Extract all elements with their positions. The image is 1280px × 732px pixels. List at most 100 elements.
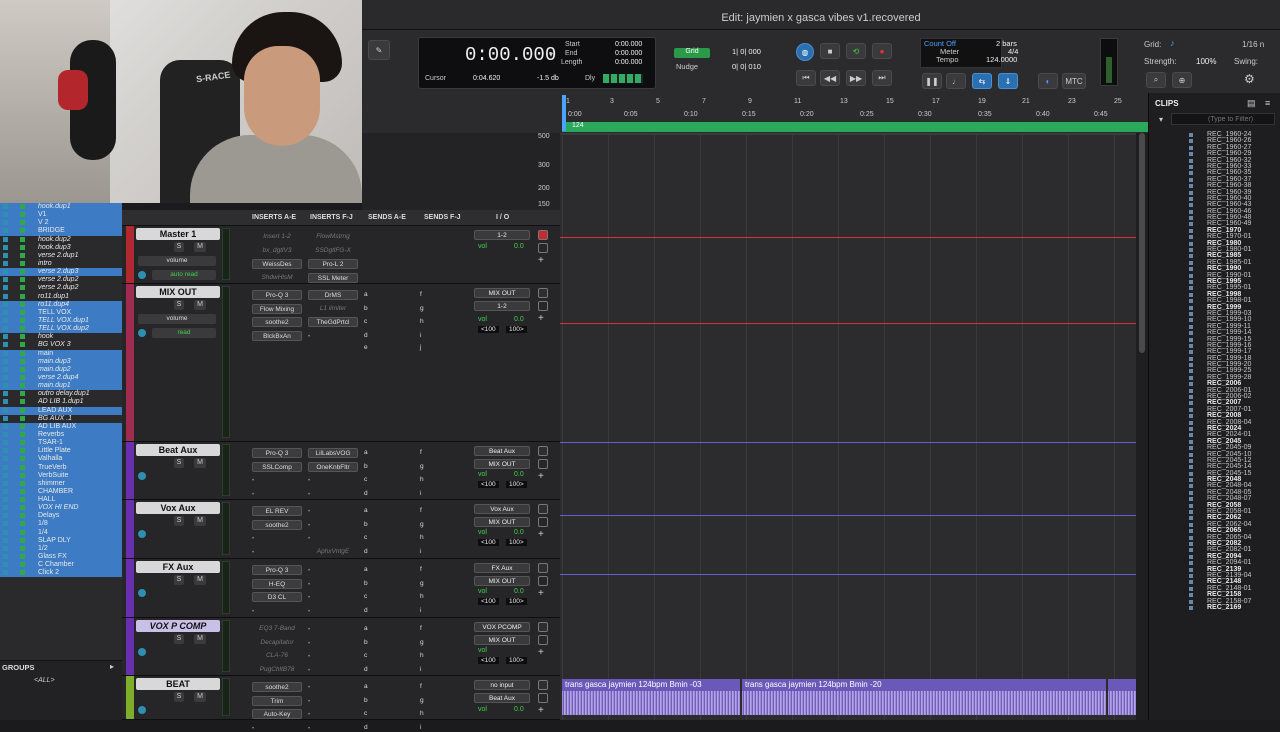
track-list-item[interactable]: main.dup1: [0, 382, 122, 391]
input-monitor-icon[interactable]: [138, 530, 146, 538]
gear-icon[interactable]: ⚙: [1244, 72, 1255, 86]
grid-right-value[interactable]: 1/16 n: [1242, 40, 1264, 49]
output-selector[interactable]: Vox Aux: [474, 504, 530, 514]
show-hide-icon[interactable]: [3, 366, 8, 372]
insert-slot[interactable]: bx_dgtlV3: [252, 246, 302, 256]
track-list-item[interactable]: hook.dup1: [0, 203, 122, 212]
panel-toggle-icon[interactable]: ▤: [1247, 98, 1256, 109]
insert-slot[interactable]: AphxVntgE: [308, 547, 358, 557]
track-list-item[interactable]: 1/4: [0, 528, 122, 537]
send-slot-letter[interactable]: j: [420, 344, 421, 351]
show-hide-icon[interactable]: [3, 293, 8, 299]
insert-slot[interactable]: TheGdPrtcl: [308, 317, 358, 327]
insert-slot[interactable]: Pro-Q 3: [252, 448, 302, 458]
mute-button[interactable]: M: [194, 575, 206, 585]
track-list-item[interactable]: hook.dup3: [0, 244, 122, 252]
mute-button[interactable]: M: [194, 516, 206, 526]
send-slot-letter[interactable]: b: [364, 639, 368, 646]
show-hide-icon[interactable]: [3, 431, 8, 437]
output-selector[interactable]: 1-2: [474, 230, 530, 240]
send-slot-letter[interactable]: g: [420, 697, 424, 704]
io-window-icon[interactable]: [538, 243, 548, 253]
output-selector[interactable]: MIX OUT: [474, 635, 530, 645]
send-slot-letter[interactable]: e: [364, 344, 368, 351]
show-hide-icon[interactable]: [3, 456, 8, 462]
insert-slot-empty[interactable]: •: [252, 478, 254, 484]
send-slot-letter[interactable]: c: [364, 593, 367, 600]
insert-slot[interactable]: soothe2: [252, 317, 302, 327]
tempo-marker[interactable]: 124: [572, 122, 584, 129]
show-hide-icon[interactable]: [3, 285, 8, 291]
send-slot-letter[interactable]: a: [364, 566, 368, 573]
show-hide-icon[interactable]: [3, 399, 8, 405]
track-list-item[interactable]: BG VOX 3: [0, 341, 122, 349]
track-name[interactable]: FX Aux: [136, 561, 220, 573]
volume-value[interactable]: 0.0: [514, 243, 524, 250]
track-strip[interactable]: MIX OUT S Mvolume read Pro-Q 3 DrMS a f Flow Mix…: [122, 284, 560, 442]
add-icon[interactable]: +: [538, 530, 544, 540]
show-hide-icon[interactable]: [3, 505, 8, 511]
track-list-item[interactable]: Valhalla: [0, 455, 122, 464]
send-slot-letter[interactable]: d: [364, 490, 368, 497]
track-list-item[interactable]: main.dup2: [0, 365, 122, 374]
vertical-scrollbar[interactable]: [1136, 133, 1148, 720]
length-value[interactable]: 0:00.000: [615, 59, 642, 66]
show-hide-icon[interactable]: [3, 464, 8, 470]
solo-button[interactable]: S: [174, 458, 184, 468]
send-slot-letter[interactable]: a: [364, 291, 368, 298]
send-slot-letter[interactable]: b: [364, 580, 368, 587]
insert-slot[interactable]: SSDgtlFG-X: [308, 246, 358, 256]
track-list-item[interactable]: verse 2.dup2: [0, 284, 122, 292]
track-strip[interactable]: VOX P COMP S M EQ3 7-Band • a f Decapitator • b g C…: [122, 618, 560, 676]
groups-all[interactable]: <ALL>: [34, 677, 55, 684]
insert-slot[interactable]: H-EQ: [252, 578, 302, 589]
io-window-icon[interactable]: [538, 459, 548, 469]
show-hide-icon[interactable]: [3, 374, 8, 380]
show-hide-icon[interactable]: [3, 269, 8, 275]
track-list-item[interactable]: TrueVerb: [0, 463, 122, 472]
output-window-icon[interactable]: [538, 504, 548, 514]
insert-slot-empty[interactable]: •: [308, 609, 310, 615]
mute-button[interactable]: M: [194, 634, 206, 644]
zoom-toggle-icon[interactable]: ⊕: [1172, 72, 1192, 88]
main-counter[interactable]: 0:00.000: [465, 44, 556, 66]
send-slot-letter[interactable]: f: [420, 566, 422, 573]
track-list-item[interactable]: TELL VOX.dup2: [0, 325, 122, 334]
show-hide-icon[interactable]: [3, 334, 8, 340]
send-slot-letter[interactable]: h: [420, 652, 424, 659]
send-slot-letter[interactable]: f: [420, 625, 422, 632]
clip-list[interactable]: REC_1960-24 REC_1960-26 REC_1960-27 REC_196…: [1149, 131, 1280, 611]
track-list-item[interactable]: intro: [0, 260, 122, 268]
output-window-icon[interactable]: [538, 680, 548, 690]
stop-icon[interactable]: ■: [820, 43, 840, 59]
automation-mode-select[interactable]: auto read: [152, 270, 216, 280]
show-hide-icon[interactable]: [3, 317, 8, 323]
input-monitor-icon[interactable]: [138, 706, 146, 714]
show-hide-icon[interactable]: [3, 220, 8, 226]
track-list-item[interactable]: V 2: [0, 219, 122, 228]
send-slot-letter[interactable]: a: [364, 449, 368, 456]
automation-view-select[interactable]: volume: [138, 314, 216, 324]
track-list-item[interactable]: ro11.dup4: [0, 300, 122, 309]
show-hide-icon[interactable]: [3, 529, 8, 535]
solo-button[interactable]: S: [174, 242, 184, 252]
insert-slot[interactable]: EL REV: [252, 506, 302, 516]
output-window-icon[interactable]: [538, 622, 548, 632]
insert-slot[interactable]: soothe2: [252, 682, 302, 692]
pan-left[interactable]: <100: [478, 598, 499, 605]
send-slot-letter[interactable]: c: [364, 710, 367, 717]
add-icon[interactable]: +: [538, 706, 544, 716]
solo-button[interactable]: S: [174, 516, 184, 526]
output-selector[interactable]: 1-2: [474, 301, 530, 311]
tempo-marker-lane[interactable]: 124: [562, 122, 1148, 132]
send-slot-letter[interactable]: g: [420, 463, 424, 470]
insert-slot-empty[interactable]: •: [308, 568, 310, 574]
insert-slot[interactable]: BlckBxAn: [252, 330, 302, 341]
track-list-item[interactable]: 1/8: [0, 520, 122, 529]
track-list-item[interactable]: CHAMBER: [0, 487, 122, 497]
track-list-item[interactable]: verse 2.dup4: [0, 373, 122, 383]
output-selector[interactable]: MIX OUT: [474, 459, 530, 469]
insert-slot-empty[interactable]: •: [308, 726, 310, 732]
pan-left[interactable]: <100: [478, 481, 499, 488]
show-hide-icon[interactable]: [3, 488, 8, 494]
